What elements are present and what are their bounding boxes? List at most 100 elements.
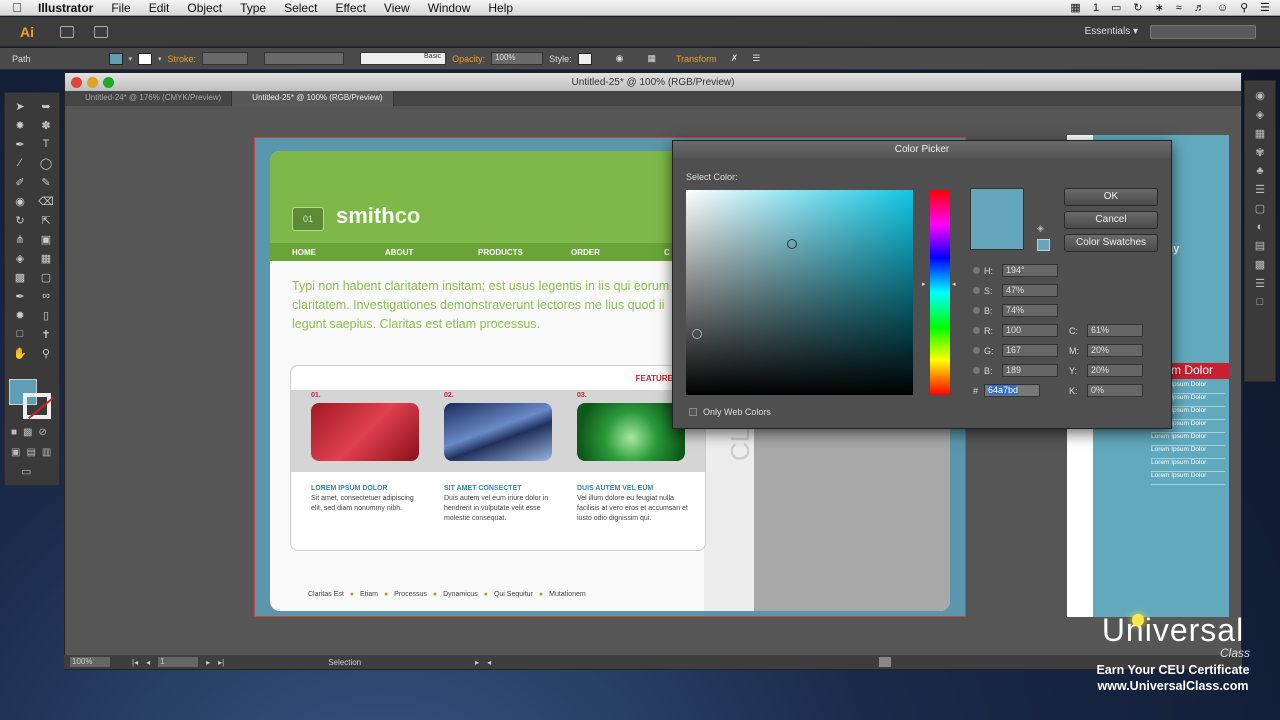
- wifi-icon[interactable]: ≈: [1176, 2, 1182, 14]
- status-menu-icon[interactable]: ▸: [475, 658, 479, 667]
- symbols-panel-icon[interactable]: ♣: [1256, 165, 1263, 177]
- bridge-icon[interactable]: [60, 25, 74, 38]
- blend-tool-icon[interactable]: ∞: [33, 287, 59, 305]
- ok-button[interactable]: OK: [1064, 188, 1158, 206]
- only-web-colors-checkbox[interactable]: [689, 408, 697, 416]
- opacity-label[interactable]: Opacity:: [452, 54, 485, 64]
- menu-view[interactable]: View: [375, 1, 419, 15]
- color-swatches-button[interactable]: Color Swatches: [1064, 234, 1158, 252]
- artboard-tool-icon[interactable]: □: [7, 325, 33, 343]
- tab-untitled-24[interactable]: Untitled-24* @ 176% (CMYK/Preview): [65, 91, 233, 106]
- graphic-styles-panel-icon[interactable]: ▩: [1255, 258, 1265, 271]
- menu-object[interactable]: Object: [178, 1, 231, 15]
- eyedropper-tool-icon[interactable]: ✒: [7, 287, 33, 305]
- screen-mode-icon[interactable]: ▭: [21, 465, 31, 478]
- direct-selection-tool-icon[interactable]: ➥: [33, 97, 59, 115]
- help-search-input[interactable]: [1150, 24, 1256, 39]
- menu-file[interactable]: File: [102, 1, 139, 15]
- stroke-swatch[interactable]: [138, 52, 153, 65]
- display-icon[interactable]: ▭: [1111, 1, 1121, 14]
- user-icon[interactable]: ☺: [1217, 2, 1228, 14]
- type-tool-icon[interactable]: T: [33, 135, 59, 153]
- scroll-left-icon[interactable]: ◂: [487, 658, 491, 667]
- arrange-documents-icon[interactable]: [94, 25, 108, 38]
- isolate-icon[interactable]: ✗: [731, 53, 739, 64]
- width-tool-icon[interactable]: ⋔: [7, 230, 33, 248]
- color-panel-icon[interactable]: ◉: [1255, 89, 1265, 102]
- layers-panel-icon[interactable]: ☰: [1255, 277, 1265, 290]
- magenta-field[interactable]: 20%: [1087, 344, 1143, 357]
- panel-menu-icon[interactable]: ☰: [752, 53, 760, 64]
- hue-slider-right-arrow-icon[interactable]: ◂: [952, 280, 956, 288]
- menu-effect[interactable]: Effect: [326, 1, 374, 15]
- artboards-panel-icon[interactable]: □: [1257, 296, 1264, 308]
- notifications-icon[interactable]: ☰: [1260, 1, 1270, 14]
- draw-behind-icon[interactable]: ▤: [26, 447, 35, 458]
- paintbrush-tool-icon[interactable]: ✐: [7, 173, 33, 191]
- transparency-panel-icon[interactable]: ◐: [1257, 221, 1264, 233]
- perspective-grid-tool-icon[interactable]: ▦: [33, 249, 59, 267]
- menu-select[interactable]: Select: [275, 1, 326, 15]
- zoom-level-field[interactable]: 100%: [70, 657, 110, 667]
- bluetooth-icon[interactable]: ∗: [1155, 1, 1164, 14]
- apple-menu-icon[interactable]: : [0, 0, 34, 15]
- gradient-panel-icon[interactable]: ▢: [1255, 202, 1265, 215]
- red-field[interactable]: 100: [1002, 324, 1058, 337]
- brightness-radio[interactable]: [973, 307, 980, 314]
- hue-slider-left-arrow-icon[interactable]: ▸: [922, 280, 926, 288]
- recolor-icon[interactable]: ◉: [616, 53, 624, 64]
- adobe-status-icon[interactable]: ▦: [1070, 1, 1080, 14]
- color-mode-icon[interactable]: ■: [11, 427, 17, 438]
- draw-normal-icon[interactable]: ▣: [11, 447, 20, 458]
- web-safe-swatch[interactable]: [1037, 239, 1050, 251]
- menu-help[interactable]: Help: [479, 1, 522, 15]
- yellow-field[interactable]: 20%: [1087, 364, 1143, 377]
- variable-width-field[interactable]: [264, 52, 345, 65]
- menu-window[interactable]: Window: [419, 1, 480, 15]
- green-field[interactable]: 167: [1002, 344, 1058, 357]
- menu-type[interactable]: Type: [231, 1, 275, 15]
- hue-radio[interactable]: [973, 267, 980, 274]
- brush-definition-field[interactable]: Basic: [360, 52, 447, 65]
- tab-untitled-25[interactable]: Untitled-25* @ 100% (RGB/Preview): [232, 91, 394, 106]
- color-field[interactable]: [686, 190, 913, 395]
- color-guide-icon[interactable]: ◈: [1256, 108, 1264, 121]
- eraser-tool-icon[interactable]: ⌫: [33, 192, 59, 210]
- saturation-radio[interactable]: [973, 287, 980, 294]
- spotlight-search-icon[interactable]: ⚲: [1240, 1, 1248, 14]
- stroke-label[interactable]: Stroke:: [168, 54, 197, 64]
- stroke-panel-icon[interactable]: ☰: [1255, 183, 1265, 196]
- column-graph-tool-icon[interactable]: ▯: [33, 306, 59, 324]
- out-of-gamut-icon[interactable]: ◈: [1037, 223, 1044, 234]
- symbol-sprayer-tool-icon[interactable]: ✹: [7, 306, 33, 324]
- previous-artboard-icon[interactable]: ◂: [146, 658, 150, 667]
- blue-radio[interactable]: [973, 367, 980, 374]
- zoom-tool-icon[interactable]: ⚲: [33, 344, 59, 362]
- none-mode-icon[interactable]: ⊘: [39, 427, 47, 438]
- selection-tool-icon[interactable]: ➤: [7, 97, 33, 115]
- green-radio[interactable]: [973, 347, 980, 354]
- swatches-panel-icon[interactable]: ▦: [1255, 127, 1265, 140]
- shape-builder-tool-icon[interactable]: ◈: [7, 249, 33, 267]
- menu-app-name[interactable]: Illustrator: [34, 1, 102, 15]
- align-icon[interactable]: ▦: [647, 53, 656, 64]
- blob-brush-tool-icon[interactable]: ◉: [7, 192, 33, 210]
- fill-swatch[interactable]: [108, 52, 123, 65]
- line-tool-icon[interactable]: ∕: [7, 154, 33, 172]
- volume-icon[interactable]: ♬: [1194, 2, 1205, 14]
- rotate-tool-icon[interactable]: ↻: [7, 211, 33, 229]
- ellipse-tool-icon[interactable]: ◯: [33, 154, 59, 172]
- scale-tool-icon[interactable]: ⇱: [33, 211, 59, 229]
- slice-tool-icon[interactable]: ✝: [33, 325, 59, 343]
- stroke-color-box[interactable]: [23, 393, 51, 419]
- cancel-button[interactable]: Cancel: [1064, 211, 1158, 229]
- first-artboard-icon[interactable]: |◂: [132, 658, 138, 667]
- red-radio[interactable]: [973, 327, 980, 334]
- last-artboard-icon[interactable]: ▸|: [218, 658, 224, 667]
- menu-edit[interactable]: Edit: [140, 1, 179, 15]
- fill-dropdown-icon[interactable]: ▾: [129, 55, 133, 63]
- brushes-panel-icon[interactable]: ✾: [1255, 146, 1264, 159]
- hex-field[interactable]: 64a7bd: [984, 384, 1040, 397]
- horizontal-scroll-thumb[interactable]: [879, 657, 892, 667]
- draw-inside-icon[interactable]: ▥: [42, 447, 51, 458]
